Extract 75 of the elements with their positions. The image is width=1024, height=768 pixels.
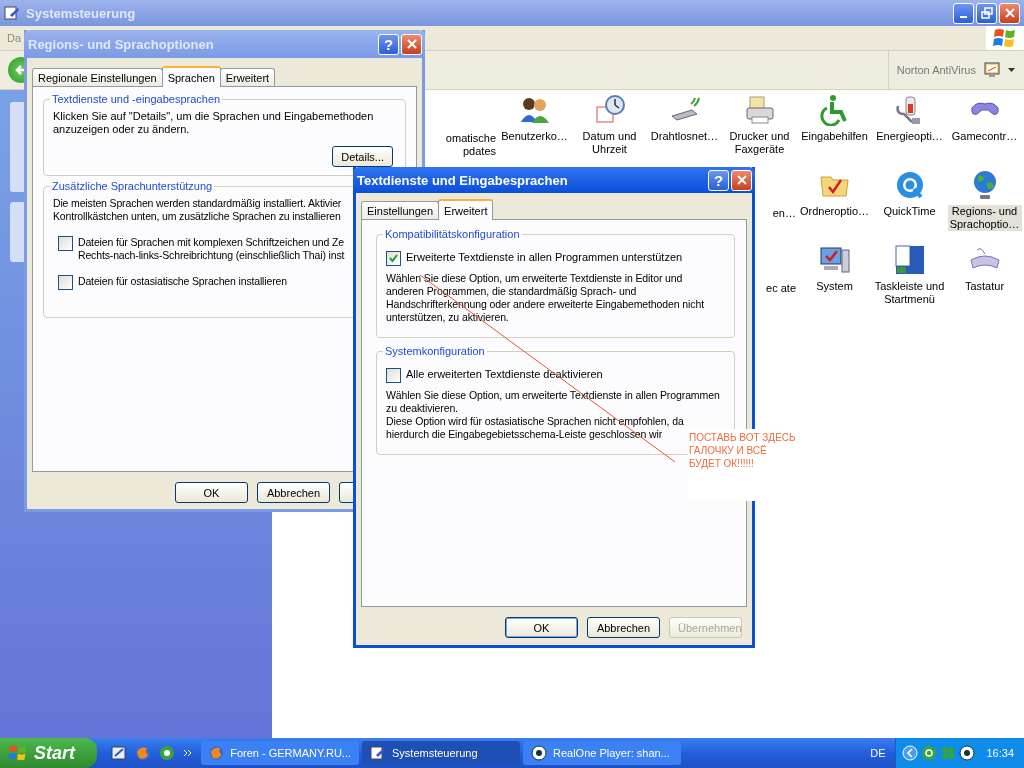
close-icon [1003, 7, 1016, 19]
dialog-button[interactable]: OK [175, 482, 248, 503]
window-icon[interactable] [111, 745, 127, 761]
item-label[interactable]: Taskleiste und Startmenü [872, 280, 947, 306]
group-title: Zusätzliche Sprachunterstützung [50, 180, 215, 193]
chevron-icon[interactable] [183, 749, 193, 757]
tab[interactable]: Sprachen [161, 66, 221, 87]
dialog-button[interactable]: OK [505, 617, 578, 638]
help-button[interactable]: ? [708, 169, 729, 191]
item-label[interactable]: Tastatur [963, 280, 1006, 293]
checkbox-label[interactable]: Erweiterte Textdienste in allen Programmen unterstützen [406, 251, 683, 264]
description-text: Wählen Sie diese Option, um erweiterte Textdienste in allen Programmen zu deaktivieren. [386, 389, 721, 415]
item-label[interactable]: Energieopti… [875, 130, 944, 143]
item-label[interactable]: Datum und Uhrzeit [572, 130, 647, 156]
item-label[interactable]: Gamecontr… [950, 130, 1019, 143]
close-button[interactable] [731, 169, 752, 191]
circle-icon[interactable] [959, 745, 976, 761]
windows-flag-icon [993, 27, 1017, 49]
checkbox[interactable] [58, 275, 73, 290]
taskbar-button[interactable]: Systemsteuerung [362, 741, 520, 765]
taskbar-button[interactable]: RealOne Player: shan... [523, 741, 681, 765]
restore-icon [980, 7, 993, 19]
item-label[interactable]: Eingabehilfen [800, 130, 869, 143]
item-label[interactable]: Drahtlosnet… [649, 130, 720, 143]
checkbox-label[interactable]: Dateien für Sprachen mit komplexen Schriftzeichen und Ze Rechts-nach-links-Schreibrichtung (einschließlich Thai) inst [78, 236, 345, 262]
dialog-button[interactable]: Abbrechen [587, 617, 660, 638]
window-title: Systemsteuerung [26, 5, 137, 21]
taskbar-window-icon[interactable] [893, 244, 926, 276]
group-title: Textdienste und -eingabesprachen [50, 93, 223, 106]
item-label[interactable]: QuickTime [882, 205, 937, 218]
item-label[interactable]: ec ate [765, 282, 797, 295]
dialog-title: Regions- und Sprachoptionen [28, 36, 215, 52]
checkbox-label[interactable]: Alle erweiterten Textdienste deaktivieren [406, 368, 603, 381]
globe-icon[interactable] [135, 745, 151, 761]
group-title: Systemkonfiguration [383, 345, 487, 358]
taskbar-button[interactable]: Foren - GERMANY.RU... [201, 741, 359, 765]
printer-icon[interactable] [743, 94, 776, 126]
caret-icon[interactable] [1008, 67, 1016, 73]
item-label[interactable]: Benutzerko… [500, 130, 569, 143]
checkbox-label[interactable]: Dateien für ostasiatische Sprachen installieren [78, 275, 287, 288]
item-label[interactable]: Drucker und Faxgeräte [722, 130, 797, 156]
control-panel-icon [370, 745, 386, 761]
tab[interactable]: Erweitert [438, 199, 494, 220]
computer-icon[interactable] [818, 244, 851, 276]
chevron-icon[interactable] [902, 745, 919, 761]
language-indicator[interactable]: DE [870, 747, 886, 759]
group-title: Kompatibilitätskonfiguration [383, 228, 522, 241]
globe-icon [209, 745, 225, 761]
details-button[interactable]: Details... [332, 146, 393, 167]
item-label[interactable]: en… [771, 207, 797, 220]
checkbox[interactable] [386, 368, 401, 383]
checkbox[interactable] [58, 236, 73, 251]
dialog-title: Textdienste und Eingabesprachen [357, 172, 569, 188]
close-icon [735, 174, 748, 186]
checkbox[interactable] [386, 251, 401, 266]
monitor-icon[interactable] [984, 62, 1000, 78]
item-label[interactable]: System [815, 280, 854, 293]
tab[interactable]: Erweitert [219, 68, 276, 86]
item-label[interactable]: Regions- und Sprachoptio… [947, 205, 1022, 231]
windows-flag-icon [8, 744, 28, 762]
calendar-clock-icon[interactable] [593, 94, 626, 126]
toolbar-label[interactable]: Norton AntiVirus [896, 64, 976, 76]
description-text: Die meisten Sprachen werden standardmäßig installiert. Aktivier Kontrollkästchen unten, um zusätzliche Sprachen zu installieren [53, 197, 342, 223]
description-text: Klicken Sie auf "Details", um die Sprachen und Eingabemethoden anzuzeigen oder zu ändern. [53, 110, 375, 136]
item-label[interactable]: Ordneroptio… [798, 205, 871, 218]
dialog-button[interactable]: Abbrechen [257, 482, 330, 503]
control-panel-icon [4, 5, 20, 21]
close-icon [405, 38, 418, 50]
minimize-icon [960, 16, 967, 18]
item-label[interactable]: omatische pdates [443, 132, 497, 158]
clock: 16:34 [986, 747, 1014, 759]
tab[interactable]: Regionale Einstellungen [32, 68, 163, 86]
circle-icon [531, 745, 547, 761]
tab[interactable]: Einstellungen [361, 201, 440, 219]
annotation-text: ПОСТАВЬ ВОТ ЗДЕСЬ ГАЛОЧКУ И ВСЁ БУДЕТ ОК!!!!!! [688, 431, 796, 470]
